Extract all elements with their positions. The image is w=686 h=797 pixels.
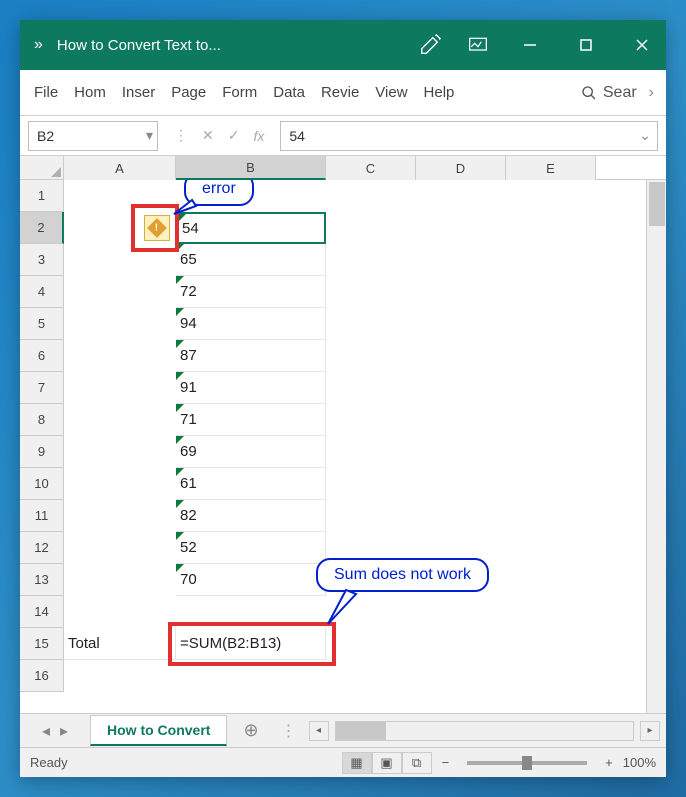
row-header[interactable]: 7: [20, 372, 64, 404]
col-header-b[interactable]: B: [176, 156, 326, 180]
sheet-tabs: ◂ ▸ How to Convert ⊕ ⋮ ◂ ▸: [20, 713, 666, 747]
ribbon-display-icon[interactable]: [458, 20, 498, 70]
view-pagebreak-button[interactable]: ⧉: [402, 752, 432, 774]
cell-b10[interactable]: 61: [176, 468, 326, 500]
hscroll-track[interactable]: [335, 721, 634, 741]
select-all-corner[interactable]: [20, 156, 64, 179]
fx-icon[interactable]: fx: [253, 128, 264, 144]
row-header[interactable]: 6: [20, 340, 64, 372]
tab-view[interactable]: View: [367, 70, 415, 115]
row-header[interactable]: 2: [20, 212, 64, 244]
cell-b8[interactable]: 71: [176, 404, 326, 436]
zoom-level[interactable]: 100%: [623, 755, 656, 770]
cell-b13[interactable]: 70: [176, 564, 326, 596]
accept-icon[interactable]: ✓: [228, 127, 240, 144]
tab-formulas[interactable]: Form: [214, 70, 265, 115]
name-box-value: B2: [37, 128, 54, 144]
view-pagelayout-button[interactable]: ▣: [372, 752, 402, 774]
row-header[interactable]: 14: [20, 596, 64, 628]
callout-tail-icon: [326, 588, 366, 628]
row-header[interactable]: 3: [20, 244, 64, 276]
formula-bar: B2 ▾ ⋮ ✕ ✓ fx 54 ⌄: [20, 116, 666, 156]
row-header[interactable]: 5: [20, 308, 64, 340]
cell-b5[interactable]: 94: [176, 308, 326, 340]
row-header[interactable]: 10: [20, 468, 64, 500]
cell-b2[interactable]: 54: [176, 212, 326, 244]
inking-icon[interactable]: [410, 20, 450, 70]
excel-window: » How to Convert Text to... File Hom Ins…: [20, 20, 666, 777]
row-header[interactable]: 15: [20, 628, 64, 660]
search-label: Sear: [603, 84, 637, 102]
view-normal-button[interactable]: ▦: [342, 752, 372, 774]
hscroll-left-button[interactable]: ◂: [309, 721, 329, 741]
expand-icon[interactable]: ⌄: [639, 127, 651, 144]
tab-file[interactable]: File: [26, 70, 66, 115]
row-header[interactable]: 16: [20, 660, 64, 692]
cell-b7[interactable]: 91: [176, 372, 326, 404]
formula-input[interactable]: 54 ⌄: [280, 121, 658, 151]
grip-icon: ⋮: [174, 127, 188, 144]
callout-error: error: [184, 180, 254, 206]
window-title: How to Convert Text to...: [57, 37, 221, 54]
row-header[interactable]: 1: [20, 180, 64, 212]
tab-data[interactable]: Data: [265, 70, 313, 115]
sheet-nav[interactable]: ◂ ▸: [20, 721, 90, 741]
tab-page[interactable]: Page: [163, 70, 214, 115]
cell-b3[interactable]: 65: [176, 244, 326, 276]
tab-home[interactable]: Hom: [66, 70, 114, 115]
sheet-prev-icon[interactable]: ◂: [42, 721, 50, 741]
zoom-out-button[interactable]: −: [442, 755, 450, 770]
sheet-tab-active[interactable]: How to Convert: [90, 715, 227, 746]
row-header[interactable]: 12: [20, 532, 64, 564]
cell-b9[interactable]: 69: [176, 436, 326, 468]
maximize-button[interactable]: [562, 20, 610, 70]
close-button[interactable]: [618, 20, 666, 70]
col-header-e[interactable]: E: [506, 156, 596, 180]
error-indicator-icon[interactable]: [144, 215, 170, 241]
cell-b4[interactable]: 72: [176, 276, 326, 308]
ribbon-search[interactable]: Sear: [581, 84, 643, 102]
vertical-scrollbar[interactable]: [646, 180, 666, 713]
cancel-icon[interactable]: ✕: [202, 127, 214, 144]
tab-insert[interactable]: Inser: [114, 70, 163, 115]
cell-b15[interactable]: =SUM(B2:B13): [176, 628, 326, 660]
row-header[interactable]: 9: [20, 436, 64, 468]
sheet-divider: ⋮: [275, 721, 303, 741]
hscroll-thumb[interactable]: [336, 722, 386, 740]
statusbar: Ready ▦ ▣ ⧉ − + 100%: [20, 747, 666, 777]
cell-b6[interactable]: 87: [176, 340, 326, 372]
name-box[interactable]: B2 ▾: [28, 121, 158, 151]
chevron-down-icon: ▾: [146, 127, 153, 144]
minimize-button[interactable]: [506, 20, 554, 70]
titlebar-chevron[interactable]: »: [34, 36, 43, 54]
formula-value: 54: [289, 128, 305, 144]
hscroll-right-button[interactable]: ▸: [640, 721, 660, 741]
zoom-in-button[interactable]: +: [605, 755, 613, 770]
grid: A B C D E 1 2 3 4 5 6 7 8 9 10 11 12 13 …: [20, 156, 666, 713]
sheet-next-icon[interactable]: ▸: [60, 721, 68, 741]
zoom-slider[interactable]: [467, 761, 587, 765]
scrollbar-thumb[interactable]: [649, 182, 665, 226]
titlebar: » How to Convert Text to...: [20, 20, 666, 70]
add-sheet-button[interactable]: ⊕: [227, 720, 274, 741]
ribbon-more[interactable]: ›: [643, 84, 660, 102]
col-header-a[interactable]: A: [64, 156, 176, 180]
cells-area[interactable]: Total 54 65 72 94 87 91 71 69 61 82 52 7…: [64, 180, 646, 713]
col-header-d[interactable]: D: [416, 156, 506, 180]
row-header[interactable]: 13: [20, 564, 64, 596]
cell-a15[interactable]: Total: [64, 628, 176, 660]
cell-b11[interactable]: 82: [176, 500, 326, 532]
cell-b12[interactable]: 52: [176, 532, 326, 564]
ribbon: File Hom Inser Page Form Data Revie View…: [20, 70, 666, 116]
status-ready: Ready: [30, 755, 68, 770]
row-header[interactable]: 8: [20, 404, 64, 436]
row-header[interactable]: 11: [20, 500, 64, 532]
col-header-c[interactable]: C: [326, 156, 416, 180]
zoom-handle[interactable]: [522, 756, 532, 770]
row-header[interactable]: 4: [20, 276, 64, 308]
tab-help[interactable]: Help: [416, 70, 463, 115]
callout-sum: Sum does not work: [316, 558, 489, 592]
search-icon: [581, 85, 597, 101]
tab-review[interactable]: Revie: [313, 70, 367, 115]
